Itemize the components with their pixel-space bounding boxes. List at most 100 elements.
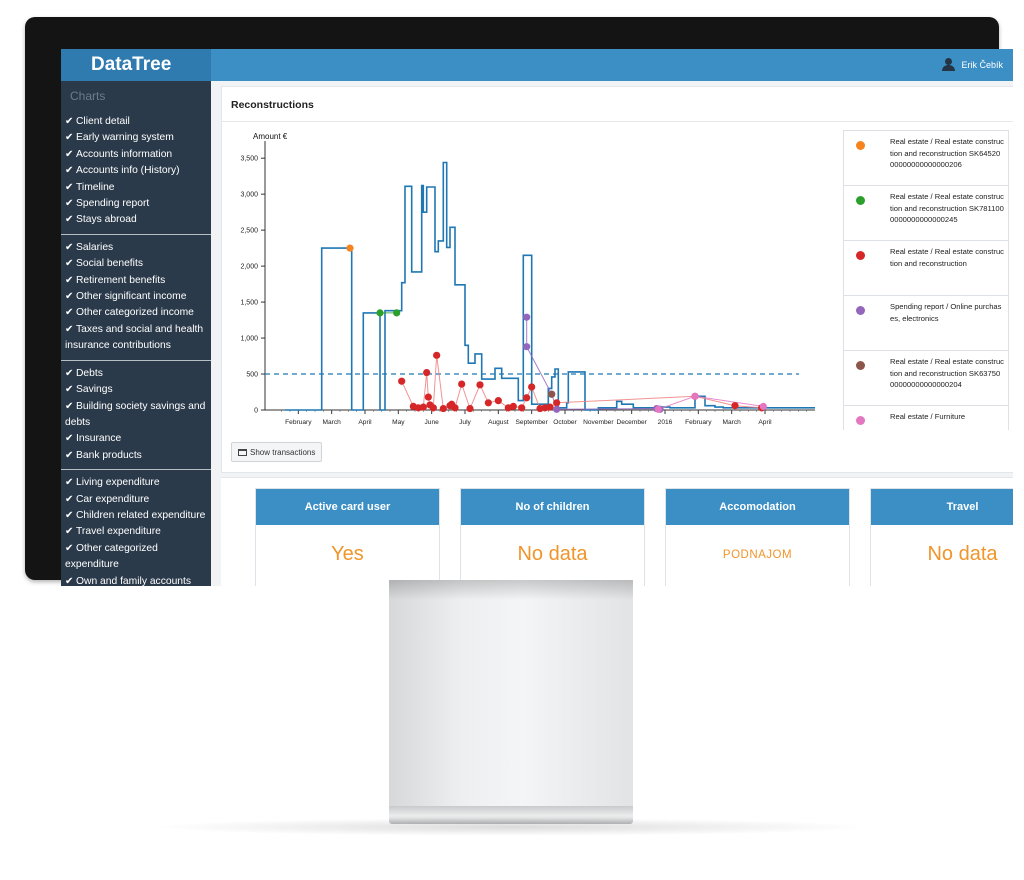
legend-item[interactable]: Real estate / Furniture	[843, 405, 1009, 430]
data-point	[393, 309, 401, 317]
sidebar-item[interactable]: ✔ Debts	[61, 366, 211, 382]
sidebar-item-label: Accounts info (History)	[76, 165, 180, 177]
sidebar-item[interactable]: ✔ Own and family accounts	[61, 574, 211, 586]
sidebar-item-label: Insurance	[76, 433, 122, 445]
sidebar-item-label: Early warning system	[76, 132, 174, 144]
check-icon: ✔	[65, 477, 74, 489]
check-icon: ✔	[65, 258, 74, 270]
x-tick-label: March	[323, 419, 342, 426]
card-value: Yes	[331, 543, 364, 565]
show-transactions-label: Show transactions	[250, 447, 316, 457]
sidebar-item[interactable]: ✔ Savings	[61, 382, 211, 398]
check-icon: ✔	[65, 148, 74, 160]
card-value: No data	[927, 543, 998, 565]
sidebar-item[interactable]: ✔ Taxes and social and health insurance c…	[61, 322, 211, 355]
check-icon: ✔	[65, 400, 74, 412]
legend-item[interactable]: Real estate / Real estate construction a…	[843, 350, 1009, 405]
sidebar-item-label: Building society savings and debts	[65, 400, 206, 428]
sidebar-item[interactable]: ✔ Early warning system	[61, 130, 211, 146]
data-point	[484, 399, 492, 407]
check-icon: ✔	[65, 116, 74, 127]
sidebar-divider	[61, 359, 211, 361]
sidebar-item[interactable]: ✔ Timeline	[61, 180, 211, 196]
x-tick-label: April	[758, 419, 772, 426]
sidebar-item[interactable]: ✔ Car expenditure	[61, 492, 211, 508]
sidebar-item-label: Travel expenditure	[76, 526, 161, 538]
y-tick-label: 500	[246, 372, 258, 379]
y-tick-label: 2,500	[240, 228, 258, 235]
legend-item[interactable]: Real estate / Real estate construction a…	[843, 130, 1009, 185]
x-tick-label: December	[616, 419, 647, 426]
floor-shadow	[150, 818, 870, 836]
sidebar-item-label: Salaries	[76, 241, 114, 253]
legend-label: Real estate / Real estate construction a…	[890, 247, 1004, 268]
card-travel: Travel No data	[870, 488, 1013, 586]
check-icon: ✔	[65, 542, 74, 554]
sidebar-item[interactable]: ✔ Social benefits	[61, 256, 211, 272]
check-icon: ✔	[65, 323, 74, 335]
sidebar-item[interactable]: ✔ Client detail	[61, 114, 211, 130]
sidebar-title: Charts	[70, 89, 106, 103]
sidebar-item-label: Stays abroad	[76, 214, 137, 226]
check-icon: ✔	[65, 575, 74, 586]
data-point	[553, 405, 561, 413]
sidebar-item[interactable]: ✔ Stays abroad	[61, 212, 211, 228]
sidebar-item-label: Retirement benefits	[76, 274, 166, 286]
legend-dot-icon	[856, 196, 865, 205]
data-point	[476, 381, 484, 389]
y-tick-label: 0	[254, 408, 258, 415]
legend-item[interactable]: Real estate / Real estate construction a…	[843, 240, 1009, 295]
sidebar-item[interactable]: ✔ Other categorized income	[61, 305, 211, 321]
check-icon: ✔	[65, 367, 74, 379]
check-icon: ✔	[65, 241, 74, 253]
sidebar-item-label: Client detail	[76, 116, 130, 127]
data-point	[523, 394, 531, 402]
sidebar-item-label: Timeline	[76, 181, 115, 193]
user-menu[interactable]: Erik Čebík	[942, 58, 1003, 71]
sidebar-item-label: Debts	[76, 367, 103, 379]
check-icon: ✔	[65, 165, 74, 177]
y-tick-label: 1,500	[240, 300, 258, 307]
sidebar-item-label: Children related expenditure	[76, 509, 206, 521]
sidebar-item[interactable]: ✔ Building society savings and debts	[61, 399, 211, 432]
legend-dot-icon	[856, 361, 865, 370]
sidebar-item-label: Social benefits	[76, 258, 143, 270]
sidebar-item[interactable]: ✔ Living expenditure	[61, 475, 211, 491]
x-tick-label: April	[358, 419, 372, 426]
data-point	[546, 403, 554, 411]
sidebar-item[interactable]: ✔ Children related expenditure	[61, 508, 211, 524]
sidebar-item[interactable]: ✔ Travel expenditure	[61, 524, 211, 540]
monitor-stand	[389, 580, 633, 810]
sidebar-item[interactable]: ✔ Insurance	[61, 431, 211, 447]
logo-area: DataTree	[61, 49, 211, 81]
y-tick-label: 2,000	[240, 264, 258, 271]
sidebar-item[interactable]: ✔ Retirement benefits	[61, 273, 211, 289]
sidebar-item[interactable]: ✔ Bank products	[61, 448, 211, 464]
user-icon	[942, 58, 956, 71]
sidebar-item-label: Savings	[76, 384, 113, 396]
legend-label: Spending report / Online purchases, elec…	[890, 302, 1002, 323]
sidebar-item[interactable]: ✔ Accounts info (History)	[61, 163, 211, 179]
legend-dot-icon	[856, 141, 865, 150]
data-point	[654, 405, 662, 413]
check-icon: ✔	[65, 509, 74, 521]
reconstructions-chart[interactable]: 0 500 1,000 1,500 2,000 2,500 3,000 3,500 Amount…	[225, 127, 825, 432]
legend-item[interactable]: Spending report / Online purchases, elec…	[843, 295, 1009, 350]
stand-shadow	[389, 580, 633, 600]
divider	[222, 121, 1013, 122]
check-icon: ✔	[65, 274, 74, 286]
show-transactions-button[interactable]: Show transactions	[231, 442, 323, 462]
card-no-of-children: No of children No data	[460, 488, 645, 586]
sidebar-item[interactable]: ✔ Spending report	[61, 196, 211, 212]
sidebar-item[interactable]: ✔ Other significant income	[61, 289, 211, 305]
app-logo[interactable]: DataTree	[91, 54, 171, 76]
sidebar-item[interactable]: ✔ Accounts information	[61, 147, 211, 163]
card-value: No data	[517, 543, 588, 565]
series-line	[526, 317, 661, 410]
card-accomodation: Accomodation PODNAJOM	[665, 488, 850, 586]
sidebar-item[interactable]: ✔ Salaries	[61, 240, 211, 256]
data-point	[548, 390, 556, 398]
x-tick-label: July	[459, 419, 471, 426]
sidebar-item[interactable]: ✔ Other categorized expenditure	[61, 541, 211, 574]
legend-item[interactable]: Real estate / Real estate construction a…	[843, 185, 1009, 240]
